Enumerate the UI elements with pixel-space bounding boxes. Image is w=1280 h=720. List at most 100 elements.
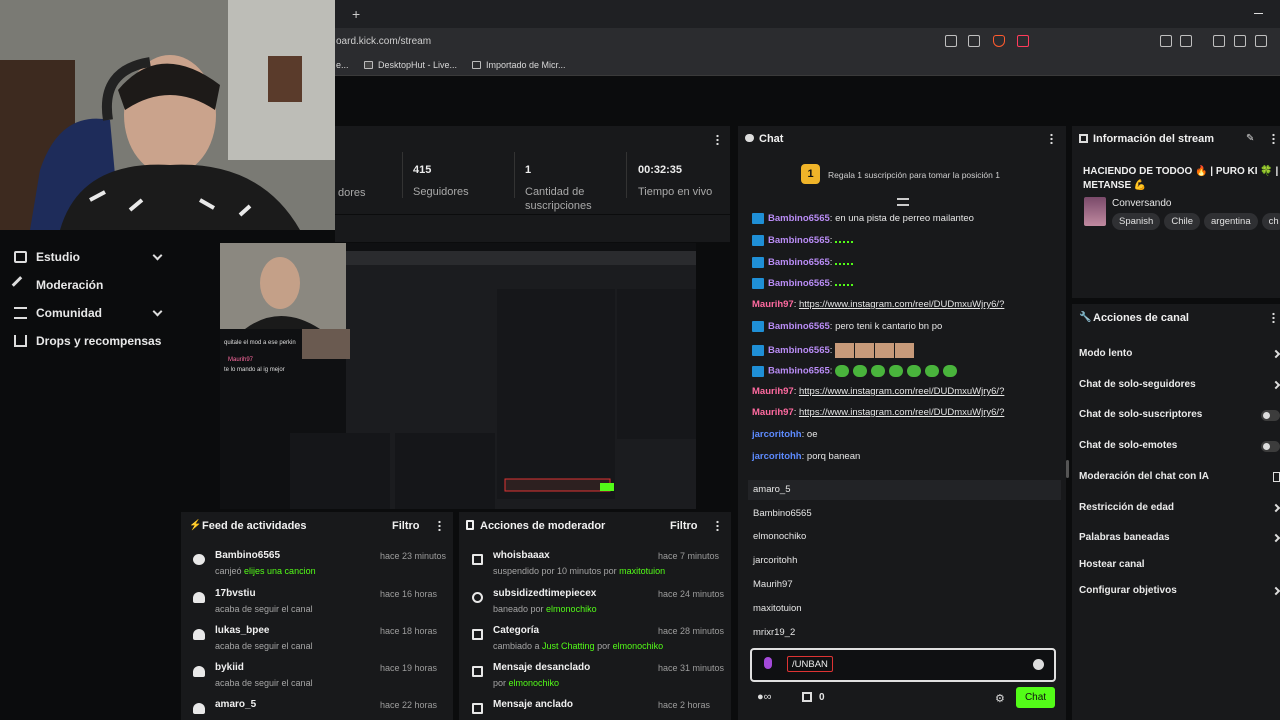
more-options-icon[interactable] (1272, 312, 1275, 323)
more-options-icon[interactable] (438, 520, 441, 531)
mention-suggestion[interactable]: amaro_5 (753, 484, 791, 495)
ai-settings-icon[interactable] (1273, 472, 1280, 482)
chat-username[interactable]: Bambino6565 (768, 213, 830, 224)
pinned-collapse-icon[interactable] (897, 198, 909, 206)
mention-suggestion[interactable]: jarcoritohh (753, 555, 797, 566)
chat-link[interactable]: https://www.instagram.com/reel/DUDmxuWjr… (799, 407, 1004, 418)
chat-username[interactable]: Maurih97 (752, 299, 794, 310)
share-icon[interactable] (968, 35, 980, 47)
channel-action-item[interactable]: Chat de solo-suscriptores (1079, 409, 1202, 420)
divider (402, 152, 403, 198)
url-text[interactable]: oard.kick.com/stream (336, 36, 431, 47)
screenshot-icon[interactable] (1180, 35, 1192, 47)
bookmark-item[interactable]: Importado de Micr... (472, 60, 566, 70)
sidebar-toggle-icon[interactable] (1234, 35, 1246, 47)
preview-chat-msg: te lo mando al ig mejor (224, 367, 285, 373)
feed-user[interactable]: Bambino6565 (215, 550, 280, 561)
sidebar-item-comunidad[interactable]: Comunidad (14, 306, 163, 320)
mod-detail-user[interactable]: elmonochiko (613, 641, 664, 651)
tag[interactable]: Chile (1164, 213, 1200, 230)
pencil-icon[interactable]: ✎ (1246, 133, 1254, 144)
feed-user[interactable]: bykiid (215, 662, 244, 673)
mod-actions-title: Acciones de moderador (480, 520, 606, 532)
channel-action-item[interactable]: Chat de solo-seguidores (1079, 379, 1196, 390)
mod-action-title[interactable]: subsidizedtimepiecex (493, 588, 596, 599)
chat-username[interactable]: Maurih97 (752, 386, 794, 397)
suggestion-highlight (748, 480, 1061, 500)
bookmark-item[interactable]: DesktopHut - Live... (364, 60, 457, 70)
sub-gift-promo[interactable]: Regala 1 suscripción para tomar la posic… (828, 170, 1000, 180)
more-options-icon[interactable] (1050, 133, 1053, 144)
chat-username[interactable]: Bambino6565 (768, 257, 830, 268)
activity-filter-button[interactable]: Filtro (392, 520, 420, 532)
chat-message: jarcoritohh: oe (752, 429, 817, 440)
mention-suggestion[interactable]: Maurih97 (753, 579, 793, 590)
mod-detail-user[interactable]: maxitotuion (619, 566, 665, 576)
channel-action-item[interactable]: Restricción de edad (1079, 502, 1174, 513)
mod-detail-user[interactable]: elmonochiko (546, 604, 597, 614)
sidebar-item-estudio[interactable]: Estudio (14, 250, 163, 264)
chat-username[interactable]: Bambino6565 (768, 235, 830, 246)
category-name[interactable]: Conversando (1112, 198, 1171, 209)
chat-username[interactable]: Bambino6565 (768, 366, 830, 377)
chat-link[interactable]: https://www.instagram.com/reel/DUDmxuWjr… (799, 299, 1004, 310)
mod-filter-button[interactable]: Filtro (670, 520, 698, 532)
gear-icon[interactable]: ⚙ (995, 692, 1005, 705)
points-icon[interactable]: ●∞ (757, 691, 772, 703)
channel-action-item[interactable]: Chat de solo-emotes (1079, 440, 1177, 451)
emoji-icon[interactable] (1033, 659, 1044, 670)
more-options-icon[interactable] (1272, 133, 1275, 144)
mention-suggestion[interactable]: mrixr19_2 (753, 627, 795, 638)
window-minimize-button[interactable] (1254, 13, 1263, 14)
sidebar-item-moderacion[interactable]: Moderación (11, 276, 103, 294)
chat-username[interactable]: Bambino6565 (768, 321, 830, 332)
chat-username[interactable]: jarcoritohh (752, 451, 802, 462)
microphone-icon[interactable] (764, 657, 772, 669)
more-options-icon[interactable] (716, 520, 719, 531)
chat-username[interactable]: Bambino6565 (768, 278, 830, 289)
feed-user[interactable]: 17bvstiu (215, 588, 256, 599)
mod-action-title[interactable]: Categoría (493, 625, 539, 636)
divider (626, 152, 627, 198)
mod-action-title[interactable]: whoisbaaax (493, 550, 550, 561)
mention-suggestion[interactable]: elmonochiko (753, 531, 806, 542)
mention-suggestion[interactable]: maxitotuion (753, 603, 802, 614)
chat-send-button[interactable]: Chat (1016, 687, 1055, 708)
tag[interactable]: ch (1261, 213, 1280, 230)
channel-action-item[interactable]: Configurar objetivos (1079, 585, 1177, 596)
rewards-icon[interactable] (1017, 35, 1029, 47)
mention-suggestion[interactable]: Bambino6565 (753, 508, 812, 519)
more-options-icon[interactable] (716, 134, 719, 145)
toggle-switch[interactable] (1261, 441, 1280, 452)
mod-action-title[interactable]: Mensaje anclado (493, 699, 573, 710)
chat-link[interactable]: https://www.instagram.com/reel/DUDmxuWjr… (799, 386, 1004, 397)
download-icon[interactable] (1213, 35, 1225, 47)
new-tab-button[interactable]: + (352, 6, 360, 22)
extensions-icon[interactable] (1160, 35, 1172, 47)
chat-input-text[interactable]: /UNBAN (787, 656, 833, 672)
store-icon[interactable] (802, 692, 812, 702)
tag[interactable]: argentina (1204, 213, 1258, 230)
bookmark-item[interactable]: e... (336, 60, 349, 70)
chat-username[interactable]: Maurih97 (752, 407, 794, 418)
chat-username[interactable]: Bambino6565 (768, 345, 830, 356)
mod-action-title[interactable]: Mensaje desanclado (493, 662, 590, 673)
channel-action-item[interactable]: Modo lento (1079, 348, 1132, 359)
brave-shield-icon[interactable] (993, 35, 1005, 47)
channel-action-item[interactable]: Palabras baneadas (1079, 532, 1170, 543)
channel-action-item[interactable]: Moderación del chat con IA (1079, 471, 1209, 482)
sidebar-item-drops[interactable]: Drops y recompensas (14, 334, 161, 348)
chat-scrollbar[interactable] (1066, 460, 1069, 478)
feed-user[interactable]: amaro_5 (215, 699, 256, 710)
mod-detail-user[interactable]: elmonochiko (509, 678, 560, 688)
reader-off-icon[interactable] (945, 35, 957, 47)
channel-action-item[interactable]: Hostear canal (1079, 559, 1145, 570)
chat-username[interactable]: jarcoritohh (752, 429, 802, 440)
feed-user[interactable]: lukas_bpee (215, 625, 269, 636)
tag[interactable]: Spanish (1112, 213, 1161, 230)
stat-viewers: dores (338, 187, 366, 199)
wallet-icon[interactable] (1255, 35, 1267, 47)
ban-icon (472, 592, 483, 603)
toggle-switch[interactable] (1261, 410, 1280, 421)
emote-icon (875, 343, 895, 358)
